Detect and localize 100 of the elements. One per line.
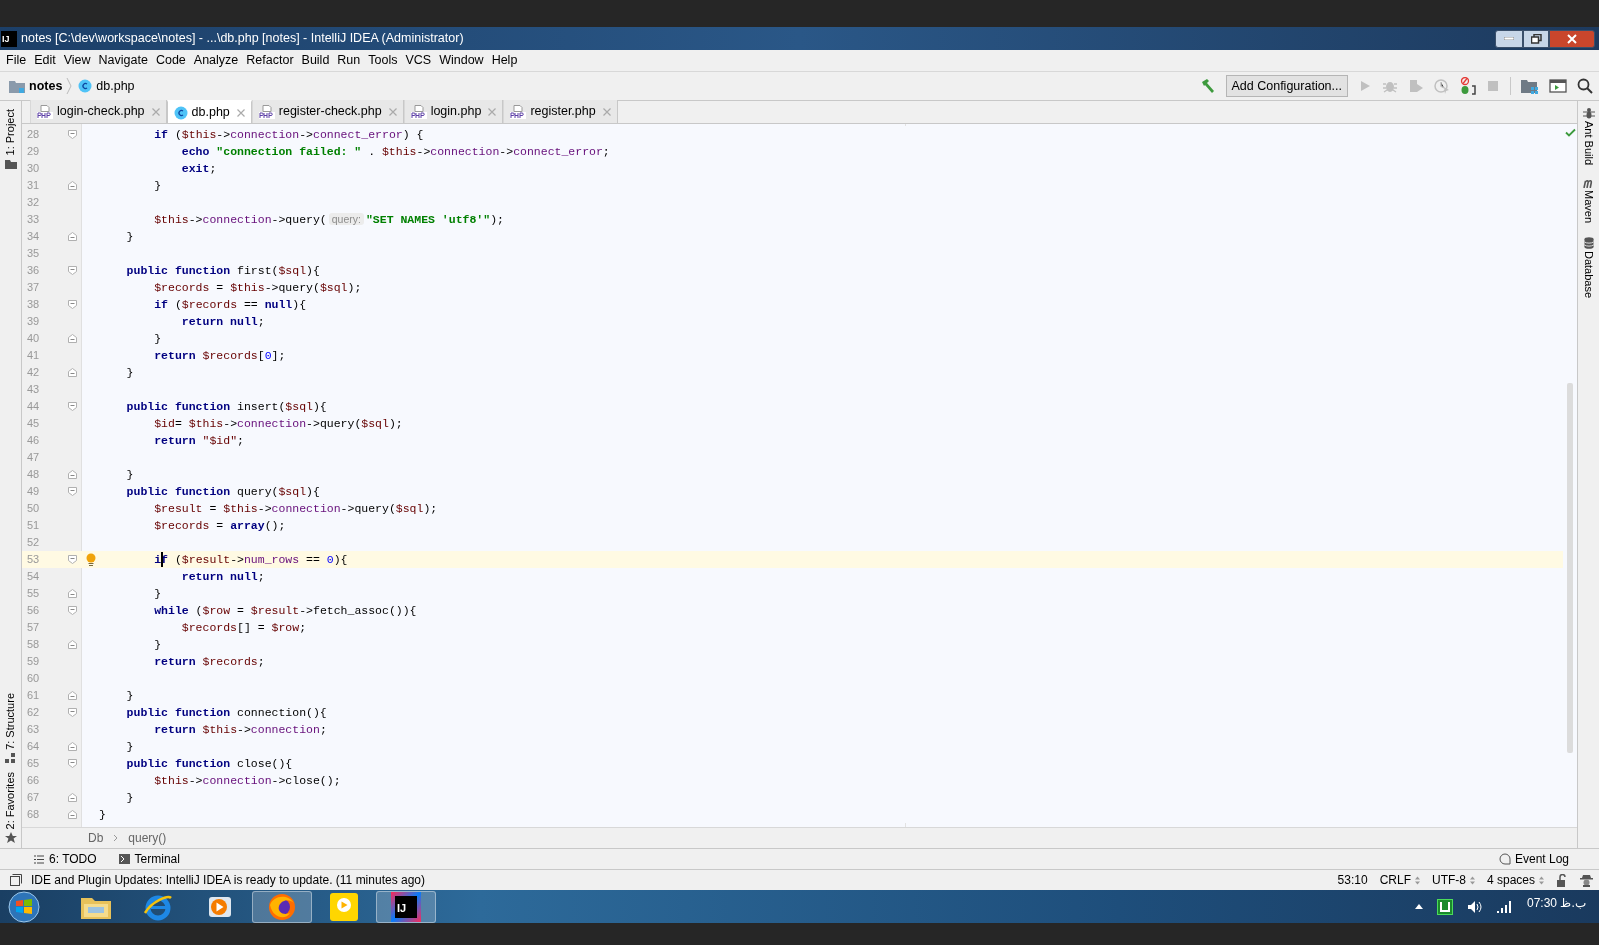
tool-window-button[interactable]: Terminal bbox=[118, 850, 180, 868]
fold-marker-icon[interactable] bbox=[67, 742, 77, 751]
line-number: 34 bbox=[26, 229, 41, 245]
line-number: 63 bbox=[26, 722, 41, 738]
close-button[interactable] bbox=[1549, 29, 1595, 48]
tool-window-button[interactable]: Maven bbox=[1576, 190, 1599, 224]
code-line: } bbox=[125, 365, 134, 381]
editor-tab[interactable]: register-check.php bbox=[251, 100, 404, 123]
taskbar-app[interactable] bbox=[252, 890, 312, 923]
menu-item[interactable]: Tools bbox=[364, 51, 402, 70]
search-icon[interactable] bbox=[1577, 78, 1593, 94]
fold-marker-icon[interactable] bbox=[67, 606, 77, 615]
close-icon[interactable] bbox=[388, 107, 397, 116]
fold-marker-icon[interactable] bbox=[67, 266, 77, 275]
menu-item[interactable]: VCS bbox=[401, 51, 436, 70]
tool-window-button[interactable]: Database bbox=[1576, 251, 1599, 299]
taskbar-app[interactable]: IJ bbox=[376, 890, 436, 923]
line-number: 47 bbox=[26, 450, 41, 466]
line-number: 50 bbox=[26, 501, 41, 517]
fold-marker-icon[interactable] bbox=[67, 555, 77, 564]
fold-marker-icon[interactable] bbox=[67, 810, 77, 819]
tray-app-icon[interactable] bbox=[1437, 898, 1453, 915]
folder-icon bbox=[9, 79, 25, 93]
fold-marker-icon[interactable] bbox=[67, 130, 77, 139]
profiler-icon[interactable] bbox=[1434, 78, 1450, 94]
close-icon[interactable] bbox=[236, 108, 245, 117]
breadcrumb-item[interactable]: Db bbox=[88, 829, 104, 847]
menu-item[interactable]: Help bbox=[487, 51, 522, 70]
line-number: 35 bbox=[26, 246, 41, 262]
code-line: while ($row = $result->fetch_assoc()){ bbox=[153, 603, 417, 619]
caret-position[interactable]: 53:10 bbox=[1337, 871, 1368, 889]
unlocked-padlock-icon[interactable] bbox=[1556, 873, 1568, 887]
tray-expand-icon[interactable] bbox=[1415, 904, 1423, 909]
clock[interactable]: 07:30 ب.ظ bbox=[1527, 893, 1589, 912]
tool-window-button[interactable]: 2: Favorites bbox=[0, 771, 23, 829]
status-selector[interactable]: 4 spaces bbox=[1486, 871, 1544, 889]
signal-bars-icon[interactable] bbox=[1497, 900, 1513, 913]
menu-item[interactable]: Edit bbox=[30, 51, 60, 70]
restore-button[interactable] bbox=[1523, 29, 1549, 48]
fold-marker-icon[interactable] bbox=[67, 640, 77, 649]
fold-marker-icon[interactable] bbox=[67, 487, 77, 496]
fold-marker-icon[interactable] bbox=[67, 759, 77, 768]
tool-window-button[interactable]: 7: Structure bbox=[0, 692, 23, 750]
status-message[interactable]: IDE and Plugin Updates: IntelliJ IDEA is ready to update. (11 minutes ago) bbox=[31, 871, 425, 889]
editor-tab[interactable]: login.php bbox=[403, 100, 504, 123]
project-structure-icon[interactable] bbox=[1521, 78, 1539, 94]
close-icon[interactable] bbox=[488, 107, 497, 116]
menu-item[interactable]: Run bbox=[333, 51, 365, 70]
close-icon[interactable] bbox=[151, 107, 160, 116]
terminal-window-icon[interactable] bbox=[1549, 78, 1567, 94]
event-log-button[interactable]: Event Log bbox=[1498, 850, 1569, 868]
attach-debugger-icon[interactable] bbox=[1460, 77, 1476, 95]
fold-marker-icon[interactable] bbox=[67, 368, 77, 377]
menu-item[interactable]: View bbox=[59, 51, 95, 70]
fold-marker-icon[interactable] bbox=[67, 793, 77, 802]
fold-marker-icon[interactable] bbox=[67, 691, 77, 700]
status-selector[interactable]: UTF-8 bbox=[1431, 871, 1475, 889]
line-number: 53 bbox=[26, 552, 41, 568]
minimize-icon bbox=[1504, 37, 1514, 40]
run-configuration-dropdown[interactable]: Add Configuration... bbox=[1225, 75, 1348, 97]
menu-item[interactable]: Build bbox=[297, 51, 334, 70]
close-icon[interactable] bbox=[602, 107, 611, 116]
speaker-icon[interactable] bbox=[1467, 899, 1483, 914]
menu-item[interactable]: File bbox=[2, 51, 31, 70]
tool-window-button[interactable]: Ant Build bbox=[1576, 121, 1599, 166]
scrollbar-thumb[interactable] bbox=[1567, 383, 1573, 753]
fold-marker-icon[interactable] bbox=[67, 334, 77, 343]
minimize-button[interactable] bbox=[1495, 29, 1523, 48]
menu-item[interactable]: Window bbox=[435, 51, 488, 70]
restore-icon bbox=[1530, 33, 1542, 44]
editor-tab[interactable]: db.php bbox=[166, 100, 252, 123]
menu-item[interactable]: Navigate bbox=[94, 51, 152, 70]
code-line: return $records; bbox=[153, 654, 265, 670]
editor-tab[interactable]: register.php bbox=[503, 100, 618, 123]
lightbulb-icon[interactable] bbox=[86, 552, 96, 567]
maven-icon bbox=[1582, 179, 1595, 189]
breadcrumb-item[interactable]: db.php bbox=[96, 76, 135, 96]
menu-item[interactable]: Refactor bbox=[242, 51, 298, 70]
fold-marker-icon[interactable] bbox=[67, 470, 77, 479]
fold-marker-icon[interactable] bbox=[67, 589, 77, 598]
fold-marker-icon[interactable] bbox=[67, 300, 77, 309]
breadcrumb-item[interactable]: notes bbox=[29, 76, 63, 96]
menu-item[interactable]: Code bbox=[151, 51, 190, 70]
editor-tab[interactable]: login-check.php bbox=[30, 100, 167, 123]
tool-window-button[interactable]: 6: TODO bbox=[34, 850, 97, 868]
breadcrumb-item[interactable]: query() bbox=[128, 829, 167, 847]
fold-marker-icon[interactable] bbox=[67, 181, 77, 190]
fold-marker-icon[interactable] bbox=[67, 232, 77, 241]
fold-marker-icon[interactable] bbox=[67, 402, 77, 411]
panel-icon[interactable] bbox=[10, 874, 22, 886]
inspector-icon[interactable] bbox=[1580, 873, 1593, 887]
status-selector[interactable]: CRLF bbox=[1379, 871, 1420, 889]
code-line: } bbox=[153, 331, 162, 347]
fold-marker-icon[interactable] bbox=[67, 708, 77, 717]
tool-window-button[interactable]: 1: Project bbox=[0, 109, 23, 156]
menu-item[interactable]: Analyze bbox=[189, 51, 243, 70]
line-number: 49 bbox=[26, 484, 41, 500]
hammer-icon[interactable] bbox=[1199, 78, 1216, 94]
line-number: 42 bbox=[26, 365, 41, 381]
line-number: 51 bbox=[26, 518, 41, 534]
